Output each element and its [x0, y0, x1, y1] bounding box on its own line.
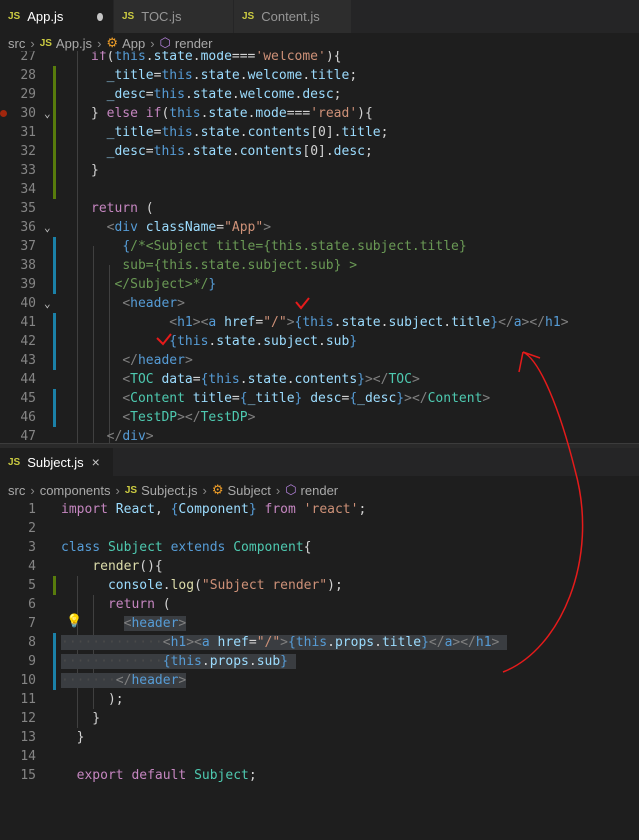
- red-check-mark-2: [156, 333, 172, 346]
- red-check-mark-1: [295, 297, 310, 310]
- red-arrow-head: [518, 351, 541, 373]
- annotation-overlay: [156, 297, 584, 673]
- red-arrow-curve: [502, 351, 584, 673]
